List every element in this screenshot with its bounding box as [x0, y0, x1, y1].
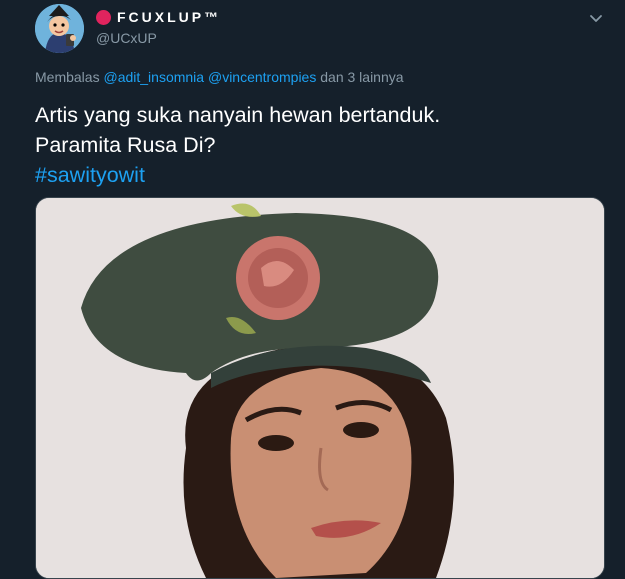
- tweet-text-line: Artis yang suka nanyain hewan bertanduk.: [35, 103, 441, 127]
- author-display-name[interactable]: FCUXLUP™: [117, 9, 221, 25]
- photo-image: [36, 198, 604, 578]
- tweet-media-photo[interactable]: [35, 197, 605, 579]
- cartoon-avatar-icon: [35, 4, 84, 53]
- mention-link[interactable]: @adit_insomnia: [103, 69, 204, 85]
- avatar[interactable]: [35, 4, 84, 53]
- tweet-text: Artis yang suka nanyain hewan bertanduk.…: [35, 100, 440, 190]
- reply-context: Membalas @adit_insomnia @vincentrompies …: [35, 69, 404, 85]
- mention-link[interactable]: @vincentrompies: [208, 69, 316, 85]
- chevron-down-icon[interactable]: [588, 10, 604, 26]
- reply-prefix: Membalas: [35, 69, 100, 85]
- tweet[interactable]: FCUXLUP™ @UCxUP Membalas @adit_insomnia …: [0, 0, 625, 579]
- red-circle-icon: [96, 9, 111, 25]
- author-name-row[interactable]: FCUXLUP™: [96, 9, 221, 25]
- author-handle[interactable]: @UCxUP: [96, 30, 157, 46]
- reply-suffix[interactable]: dan 3 lainnya: [320, 69, 403, 85]
- hashtag-link[interactable]: #sawityowit: [35, 160, 440, 190]
- tweet-text-line: Paramita Rusa Di?: [35, 133, 216, 157]
